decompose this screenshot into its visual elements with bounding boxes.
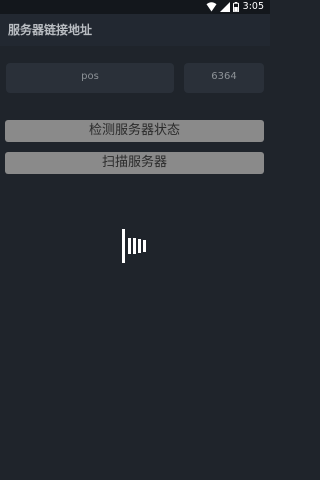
status-bar: 3:05 <box>0 0 270 14</box>
app-bar: 服务器链接地址 <box>0 14 270 46</box>
battery-icon <box>232 2 239 12</box>
scan-server-button[interactable]: 扫描服务器 <box>5 152 264 174</box>
server-host-input[interactable]: pos <box>6 63 174 93</box>
signal-icon <box>219 2 230 12</box>
page-title: 服务器链接地址 <box>8 23 93 37</box>
wifi-icon <box>206 2 217 12</box>
status-time: 3:05 <box>242 1 264 12</box>
status-icons: 3:05 <box>206 1 264 13</box>
loading-bars-icon <box>122 229 150 263</box>
app-screen: 3:05 服务器链接地址 pos 6364 检测服务器状态 扫描服务器 <box>0 0 270 480</box>
check-server-status-button[interactable]: 检测服务器状态 <box>5 120 264 142</box>
server-port-input[interactable]: 6364 <box>184 63 264 93</box>
